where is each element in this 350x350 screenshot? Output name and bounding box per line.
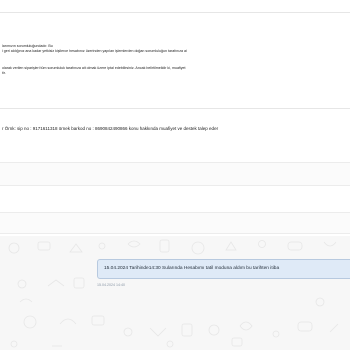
notice-line-4: tir. — [2, 71, 6, 75]
notice-line-2: i geri aldığınız ana kadar yetkisiz kişi… — [2, 49, 187, 53]
top-divider — [0, 12, 350, 13]
notice-paragraph-1: larımızın sorumluluğundadır. Bu i geri a… — [2, 44, 187, 54]
notice-line-3: olarak verilen siparişleri tüm sorumlulu… — [2, 66, 186, 70]
message-text: 15.04.2024 Tarihinde14:30 Sularında Hesa… — [104, 266, 280, 271]
notice-paragraph-2: olarak verilen siparişleri tüm sorumlulu… — [2, 66, 186, 76]
chat-background-pattern — [8, 239, 339, 348]
section-divider — [0, 108, 350, 109]
message-bubble: 15.04.2024 Tarihinde14:30 Sularında Hesa… — [97, 259, 350, 279]
message-timestamp: 15.04.2024 14:40 — [97, 283, 125, 287]
example-hint: r Örnk: sip no : 9171611318 örnek barkod… — [2, 126, 219, 131]
description-field[interactable] — [0, 212, 350, 234]
subject-field[interactable] — [0, 162, 350, 186]
